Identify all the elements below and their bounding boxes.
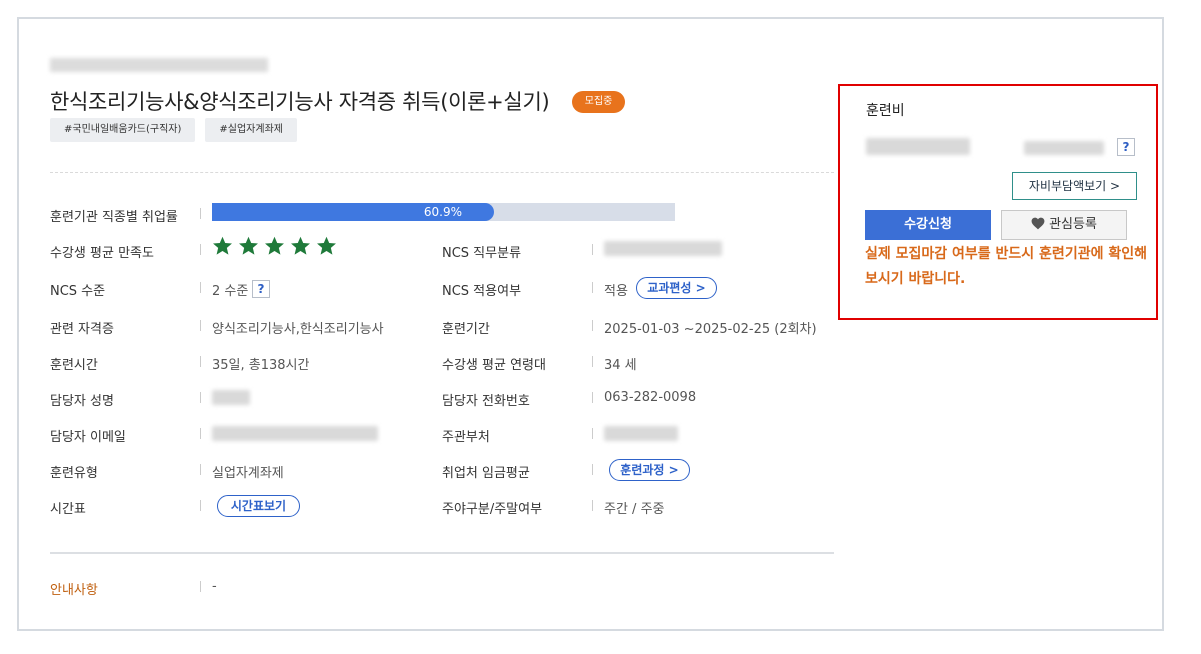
satisfaction-label: 수강생 평균 만족도 xyxy=(50,246,154,261)
manager-name-label: 담당자 성명 xyxy=(50,394,114,409)
separator xyxy=(200,500,201,511)
fee-panel: 훈련비 ? 자비부담액보기 > 수강신청 관심등록 실제 모집마감 여부를 반드… xyxy=(838,84,1158,320)
wage-label: 취업처 임금평균 xyxy=(442,466,530,481)
timetable-button[interactable]: 시간표보기 xyxy=(217,495,300,517)
ncs-job-label: NCS 직무분류 xyxy=(442,246,522,261)
favorite-label: 관심등록 xyxy=(1049,217,1097,232)
separator xyxy=(592,392,593,403)
separator xyxy=(592,320,593,331)
hours-label: 훈련시간 xyxy=(50,358,98,373)
notice-value: - xyxy=(212,579,217,594)
separator xyxy=(200,428,201,439)
ncs-applied-value: 적용 xyxy=(604,284,628,299)
divider xyxy=(50,172,834,173)
fee-help-button[interactable]: ? xyxy=(1117,138,1135,156)
hours-value: 35일, 총138시간 xyxy=(212,358,310,373)
ncs-level-value: 2 수준 xyxy=(212,284,249,299)
fee-title: 훈련비 xyxy=(866,103,905,119)
star-icon xyxy=(213,236,232,255)
avg-age-value: 34 세 xyxy=(604,358,637,373)
satisfaction-stars xyxy=(212,236,337,256)
certificates-label: 관련 자격증 xyxy=(50,322,114,337)
ncs-level-label: NCS 수준 xyxy=(50,284,106,299)
timetable-label: 시간표 xyxy=(50,502,86,517)
heart-icon xyxy=(1031,217,1045,230)
training-course-button[interactable]: 훈련과정 > xyxy=(609,459,690,481)
notice-label: 안내사항 xyxy=(50,583,98,598)
period-value: 2025-01-03 ~2025-02-25 (2회차) xyxy=(604,322,817,337)
employment-rate-label: 훈련기관 직종별 취업률 xyxy=(50,210,178,225)
day-night-label: 주야구분/주말여부 xyxy=(442,502,543,517)
manager-email-redacted xyxy=(212,426,378,441)
apply-button[interactable]: 수강신청 xyxy=(865,210,991,240)
separator xyxy=(200,581,201,592)
manager-phone-label: 담당자 전화번호 xyxy=(442,394,530,409)
favorite-button[interactable]: 관심등록 xyxy=(1001,210,1127,240)
separator xyxy=(200,244,201,255)
course-title: 한식조리기능사&양식조리기능사 자격증 취득(이론+실기) xyxy=(50,90,550,114)
separator xyxy=(592,356,593,367)
self-pay-button[interactable]: 자비부담액보기 > xyxy=(1012,172,1137,200)
manager-name-redacted xyxy=(212,390,250,405)
recruit-notice: 실제 모집마감 여부를 반드시 훈련기관에 확인해보시기 바랍니다. xyxy=(865,246,1147,287)
employment-rate-bar: 60.9% xyxy=(212,203,675,221)
separator xyxy=(592,464,593,475)
tag-card[interactable]: #국민내일배움카드(구직자) xyxy=(50,118,196,142)
separator xyxy=(592,282,593,293)
avg-age-label: 수강생 평균 연령대 xyxy=(442,358,546,373)
separator xyxy=(592,428,593,439)
tag-list: #국민내일배움카드(구직자) #실업자계좌제 xyxy=(50,118,297,142)
training-type-label: 훈련유형 xyxy=(50,466,98,481)
separator xyxy=(200,392,201,403)
fee-detail-redacted xyxy=(1024,141,1104,155)
breadcrumb-redacted xyxy=(50,58,268,72)
ministry-redacted xyxy=(604,426,678,441)
separator xyxy=(200,282,201,293)
ministry-label: 주관부처 xyxy=(442,430,490,445)
period-label: 훈련기간 xyxy=(442,322,490,337)
separator xyxy=(200,208,201,219)
star-icon xyxy=(317,236,336,255)
separator xyxy=(592,244,593,255)
separator xyxy=(200,320,201,331)
ncs-applied-label: NCS 적용여부 xyxy=(442,284,522,299)
employment-rate-value: 60.9% xyxy=(423,205,462,219)
ncs-level-help-button[interactable]: ? xyxy=(252,280,270,298)
separator xyxy=(200,356,201,367)
section-divider xyxy=(50,552,834,554)
manager-email-label: 담당자 이메일 xyxy=(50,430,126,445)
star-icon xyxy=(291,236,310,255)
training-type-value: 실업자계좌제 xyxy=(212,466,284,481)
day-night-value: 주간 / 주중 xyxy=(604,502,665,517)
status-badge: 모집중 xyxy=(572,91,625,113)
fee-amount-redacted xyxy=(866,138,970,155)
separator xyxy=(592,500,593,511)
ncs-job-redacted xyxy=(604,241,722,256)
certificates-value: 양식조리기능사,한식조리기능사 xyxy=(212,322,384,337)
star-icon xyxy=(239,236,258,255)
separator xyxy=(200,464,201,475)
manager-phone-value: 063-282-0098 xyxy=(604,390,697,405)
curriculum-button[interactable]: 교과편성 > xyxy=(636,277,717,299)
star-icon xyxy=(265,236,284,255)
tag-account[interactable]: #실업자계좌제 xyxy=(205,118,297,142)
